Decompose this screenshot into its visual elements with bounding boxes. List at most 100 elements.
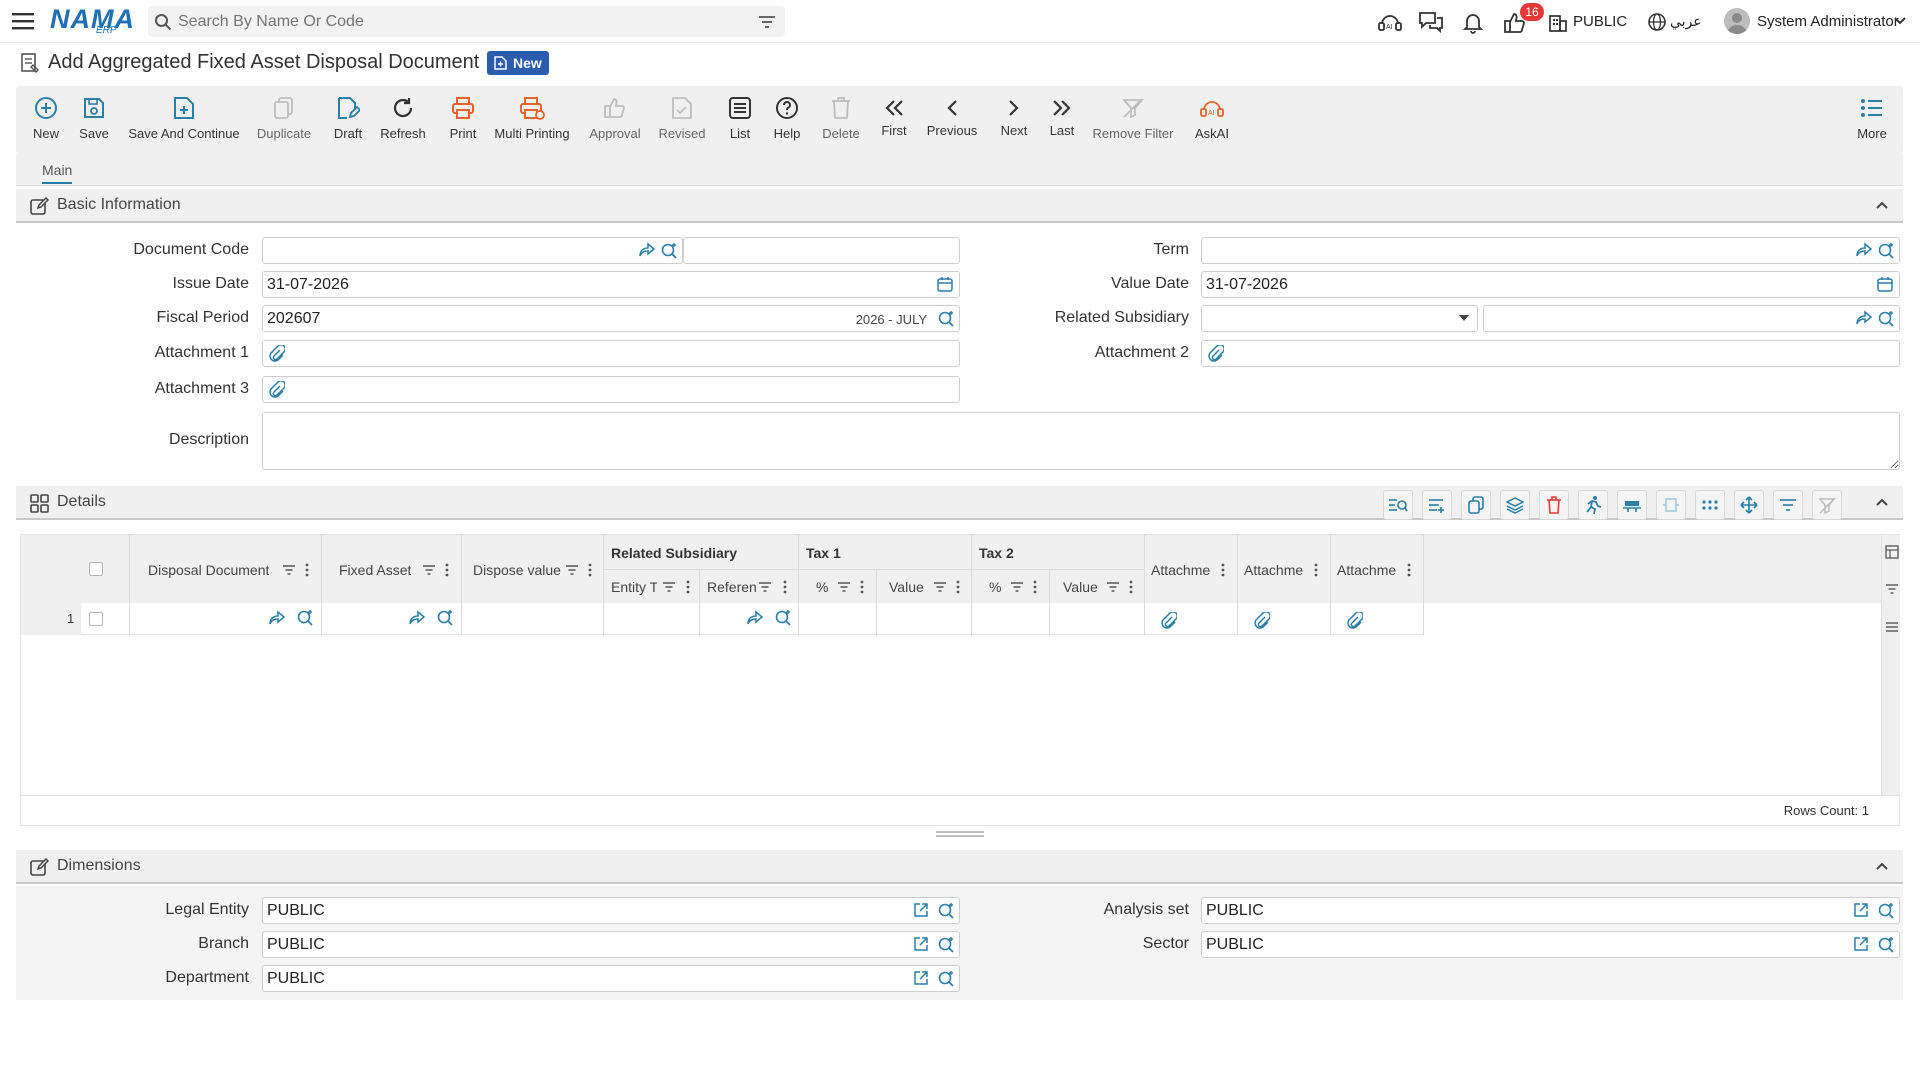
next-button[interactable]: Next [999, 86, 1029, 154]
tab-main[interactable]: Main [42, 162, 73, 184]
branch-input[interactable]: PUBLIC [262, 931, 960, 958]
share-arrow-icon[interactable] [408, 610, 426, 626]
col-entity-type[interactable]: Entity Ty [611, 579, 657, 595]
basic-information-header[interactable]: Basic Information [16, 189, 1903, 223]
lookup-search-icon[interactable] [1877, 310, 1895, 328]
share-arrow-icon[interactable] [1855, 310, 1873, 326]
save-and-continue-button[interactable]: Save And Continue [128, 86, 240, 154]
chevron-up-icon[interactable] [1875, 861, 1889, 871]
column-menu-icon[interactable] [1221, 563, 1225, 577]
help-button[interactable]: Help [772, 86, 802, 154]
more-button[interactable]: More [1854, 86, 1890, 154]
paperclip-icon[interactable] [1161, 612, 1177, 630]
resize-handle[interactable] [936, 831, 984, 837]
grid-fit-button[interactable] [1656, 490, 1686, 520]
column-filter-icon[interactable] [565, 564, 579, 576]
column-menu-icon[interactable] [588, 563, 592, 577]
sector-input[interactable]: PUBLIC [1201, 931, 1900, 958]
external-link-icon[interactable] [913, 902, 929, 918]
col-tax1-value[interactable]: Value [889, 579, 924, 595]
new-button[interactable]: New [28, 86, 64, 154]
hamburger-menu-icon[interactable] [12, 12, 34, 30]
column-menu-icon[interactable] [686, 580, 690, 594]
previous-button[interactable]: Previous [927, 86, 977, 154]
grid-search-button[interactable] [1383, 490, 1413, 520]
column-menu-icon[interactable] [956, 580, 960, 594]
ai-assistant-icon[interactable]: AI [1377, 10, 1403, 34]
grid-copy-button[interactable] [1461, 490, 1491, 520]
document-code-input[interactable] [262, 237, 683, 264]
column-menu-icon[interactable] [1033, 580, 1037, 594]
related-subsidiary-type-select[interactable] [1201, 305, 1478, 332]
lookup-search-icon[interactable] [937, 902, 955, 920]
related-subsidiary-input[interactable] [1483, 305, 1900, 332]
column-menu-icon[interactable] [305, 563, 309, 577]
grid-move-button[interactable] [1734, 490, 1764, 520]
column-filter-icon[interactable] [1010, 581, 1024, 593]
grid-layers-button[interactable] [1500, 490, 1530, 520]
duplicate-button[interactable]: Duplicate [255, 86, 313, 154]
select-all-checkbox[interactable] [89, 562, 103, 576]
issue-date-input[interactable]: 31-07-2026 [262, 271, 960, 298]
user-name[interactable]: System Administrator [1757, 13, 1899, 30]
external-link-icon[interactable] [913, 936, 929, 952]
lookup-search-icon[interactable] [660, 242, 678, 260]
remove-filter-button[interactable]: Remove Filter [1093, 86, 1173, 154]
col-fixed-asset[interactable]: Fixed Asset [339, 562, 411, 578]
column-menu-icon[interactable] [1129, 580, 1133, 594]
delete-button[interactable]: Delete [820, 86, 862, 154]
lookup-search-icon[interactable] [937, 936, 955, 954]
col-tax1-percent[interactable]: % [816, 579, 828, 595]
globe-icon[interactable] [1647, 12, 1667, 32]
chevron-down-icon[interactable] [1893, 16, 1907, 26]
table-row[interactable]: 1 [21, 603, 1424, 635]
fiscal-period-input[interactable]: 202607 2026 - JULY [262, 305, 960, 332]
column-filter-icon[interactable] [758, 581, 772, 593]
column-menu-icon[interactable] [445, 563, 449, 577]
paperclip-icon[interactable] [1208, 345, 1224, 363]
search-input[interactable] [178, 10, 738, 33]
lookup-search-icon[interactable] [1877, 936, 1895, 954]
column-filter-icon[interactable] [422, 564, 436, 576]
row-checkbox[interactable] [89, 612, 103, 626]
grid-table-button[interactable] [1617, 490, 1647, 520]
chevron-up-icon[interactable] [1875, 497, 1889, 507]
lookup-search-icon[interactable] [937, 310, 955, 328]
multi-printing-button[interactable]: Multi Printing [494, 86, 570, 154]
avatar[interactable] [1724, 8, 1750, 34]
term-input[interactable] [1201, 237, 1900, 264]
chat-icon[interactable] [1418, 10, 1444, 34]
grid-dots-button[interactable] [1695, 490, 1725, 520]
column-menu-icon[interactable] [783, 580, 787, 594]
column-filter-icon[interactable] [662, 581, 676, 593]
share-arrow-icon[interactable] [268, 610, 286, 626]
col-attachment-1[interactable]: Attachme [1151, 562, 1217, 578]
attachment-3-input[interactable] [262, 376, 960, 403]
first-button[interactable]: First [880, 86, 908, 154]
external-link-icon[interactable] [1853, 902, 1869, 918]
lookup-search-icon[interactable] [436, 609, 454, 627]
document-code-name-input[interactable] [683, 237, 960, 264]
col-attachment-2[interactable]: Attachme [1244, 562, 1310, 578]
menu-lines-icon[interactable] [1885, 621, 1899, 633]
bell-icon[interactable] [1461, 10, 1485, 34]
col-reference[interactable]: Referen [707, 579, 757, 595]
value-date-input[interactable]: 31-07-2026 [1201, 271, 1900, 298]
column-filter-icon[interactable] [1106, 581, 1120, 593]
description-textarea[interactable] [262, 412, 1900, 470]
share-arrow-icon[interactable] [746, 610, 764, 626]
lookup-search-icon[interactable] [937, 970, 955, 988]
col-tax2-value[interactable]: Value [1063, 579, 1098, 595]
legal-entity-input[interactable]: PUBLIC [262, 897, 960, 924]
column-menu-icon[interactable] [1407, 563, 1411, 577]
columns-icon[interactable] [1885, 545, 1899, 559]
print-button[interactable]: Print [444, 86, 482, 154]
draft-button[interactable]: Draft [329, 86, 367, 154]
column-filter-icon[interactable] [282, 564, 296, 576]
filter-icon[interactable] [758, 15, 776, 29]
grid-filter-button[interactable] [1773, 490, 1803, 520]
list-button[interactable]: List [726, 86, 754, 154]
approval-button[interactable]: Approval [588, 86, 642, 154]
last-button[interactable]: Last [1048, 86, 1076, 154]
paperclip-icon[interactable] [1347, 612, 1363, 630]
